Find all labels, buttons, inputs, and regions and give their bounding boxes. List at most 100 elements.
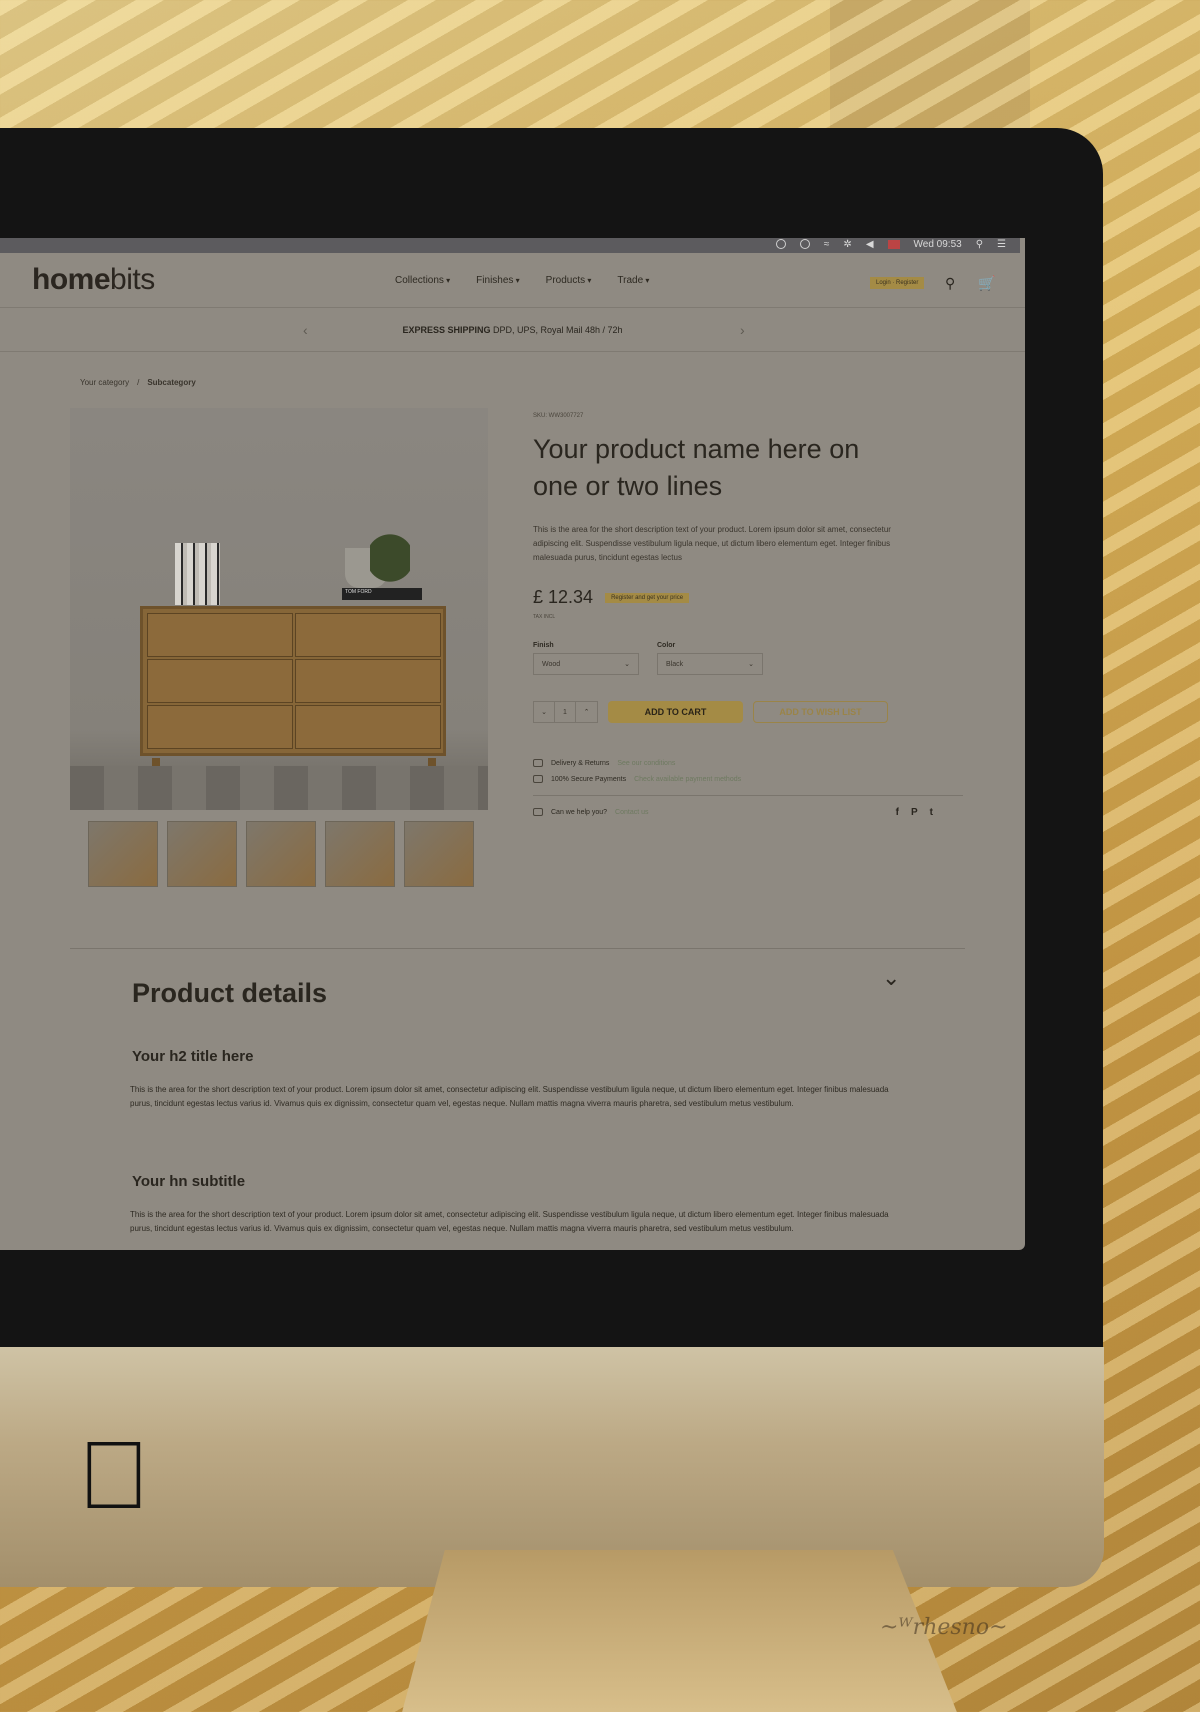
delivery-link[interactable]: See our conditions (617, 760, 675, 767)
thumbnail-strip (88, 821, 474, 887)
payments-row: 100% Secure Payments Check available pay… (533, 775, 893, 783)
notification-center-icon[interactable]: ☰ (997, 239, 1006, 250)
thumbnail[interactable] (325, 821, 395, 887)
books (175, 543, 220, 605)
short-description: This is the area for the short descripti… (533, 525, 891, 562)
price-row: £ 12.34 Register and get your price (533, 587, 893, 608)
service-info: Delivery & Returns See our conditions 10… (533, 759, 963, 818)
help-row: Can we help you? Contact us f P t (533, 807, 933, 818)
price: £ 12.34 (533, 587, 594, 607)
drawer (147, 613, 293, 657)
qty-input[interactable]: 1 (555, 702, 576, 722)
delivery-label: Delivery & Returns (551, 759, 610, 767)
flag-icon[interactable] (887, 239, 900, 249)
details-divider (70, 948, 965, 949)
promo-bar: ‹ EXPRESS SHIPPING DPD, UPS, Royal Mail … (0, 308, 1025, 352)
payments-label: 100% Secure Payments (551, 775, 627, 783)
details-paragraph: This is the area for the short descripti… (130, 1085, 889, 1108)
sku: SKU: WW3007727 (533, 413, 584, 419)
color-select[interactable]: Black ⌄ (657, 653, 763, 675)
thumbnail[interactable] (167, 821, 237, 887)
cart-icon[interactable]: 🛒 (978, 275, 995, 292)
breadcrumb-subcategory: Subcategory (147, 378, 196, 387)
logo[interactable]: homebits (32, 263, 155, 297)
contact-link[interactable]: Contact us (615, 809, 648, 816)
qty-decrease-button[interactable]: ⌄ (534, 702, 555, 722)
time-machine-icon[interactable] (799, 239, 810, 249)
chevron-down-icon[interactable]: ⌄ (882, 965, 900, 991)
delivery-row: Delivery & Returns See our conditions (533, 759, 893, 767)
finish-value: Wood (542, 660, 561, 668)
imac-stand (400, 1550, 960, 1712)
hn-subtitle: Your hn subtitle (132, 1173, 246, 1190)
apple-logo-icon:  (78, 1428, 150, 1524)
login-register-button[interactable]: Login · Register (870, 277, 925, 289)
chevron-down-icon: ⌄ (748, 661, 754, 668)
divider (533, 795, 963, 796)
facebook-icon[interactable]: f (896, 807, 899, 818)
nav-collections[interactable]: Collections (395, 275, 450, 286)
thumbnail[interactable] (404, 821, 474, 887)
cart-row: ⌄ 1 ⌃ ADD TO CART ADD TO WISH LIST (533, 701, 893, 723)
signature: ~ᵂrhesno~ (880, 1615, 1008, 1640)
breadcrumb-category[interactable]: Your category (80, 378, 129, 387)
imac-screen: ≈ ✲ ◀ Wed 09:53 ⚲ ☰ homebits Collections… (0, 238, 1025, 1250)
truck-icon (533, 759, 543, 767)
drawer (295, 659, 441, 703)
drawer (295, 705, 441, 749)
volume-icon[interactable]: ◀ (866, 239, 874, 250)
main-nav: Collections Finishes Products Trade (395, 275, 649, 286)
thumbnail[interactable] (88, 821, 158, 887)
product-details-title[interactable]: Product details (132, 978, 327, 1009)
spotlight-icon[interactable]: ⚲ (976, 239, 983, 250)
creative-cloud-icon[interactable] (775, 239, 786, 249)
product-info: SKU: WW3007727 Your product name here on… (533, 413, 963, 824)
logo-bold: home (32, 263, 111, 296)
logo-light: bits (110, 263, 155, 296)
promo-next-arrow[interactable]: › (740, 308, 745, 352)
qty-increase-button[interactable]: ⌃ (576, 702, 597, 722)
drawer (147, 659, 293, 703)
add-to-wishlist-button[interactable]: ADD TO WISH LIST (753, 701, 888, 723)
finish-select[interactable]: Wood ⌄ (533, 653, 639, 675)
bluetooth-icon[interactable]: ✲ (843, 239, 851, 250)
h2-title: Your h2 title here (132, 1048, 254, 1065)
promo-text: DPD, UPS, Royal Mail 48h / 72h (490, 325, 623, 335)
nav-products[interactable]: Products (546, 275, 592, 286)
register-price-badge[interactable]: Register and get your price (605, 592, 690, 603)
twitter-icon[interactable]: t (930, 807, 933, 818)
promo-prev-arrow[interactable]: ‹ (303, 308, 308, 352)
nav-finishes[interactable]: Finishes (476, 275, 520, 286)
color-label: Color (657, 642, 676, 649)
clock[interactable]: Wed 09:53 (914, 239, 962, 250)
quantity-stepper: ⌄ 1 ⌃ (533, 701, 598, 723)
product-title: Your product name here on one or two lin… (533, 434, 860, 501)
details-paragraph: This is the area for the short descripti… (130, 1210, 889, 1233)
breadcrumb: Your category / Subcategory (80, 378, 196, 387)
search-icon[interactable]: ⚲ (945, 275, 955, 292)
finish-group: Finish Wood ⌄ (533, 642, 639, 675)
site-header: homebits Collections Finishes Products T… (0, 253, 1025, 308)
payments-link[interactable]: Check available payment methods (634, 776, 741, 783)
color-group: Color Black ⌄ (657, 642, 763, 675)
color-value: Black (666, 660, 684, 668)
help-label: Can we help you? (551, 808, 608, 816)
dresser (140, 606, 446, 756)
pinterest-icon[interactable]: P (911, 807, 918, 818)
nav-trade[interactable]: Trade (617, 275, 649, 286)
product-main-image[interactable]: TOM FORD (70, 408, 488, 810)
finish-label: Finish (533, 642, 554, 649)
thumbnail[interactable] (246, 821, 316, 887)
social-links: f P t (896, 807, 933, 818)
promo-bold: EXPRESS SHIPPING (402, 325, 491, 335)
wall-shadow (830, 0, 1030, 140)
rug (70, 766, 488, 810)
add-to-cart-button[interactable]: ADD TO CART (608, 701, 743, 723)
wifi-icon[interactable]: ≈ (824, 239, 830, 250)
chat-icon (533, 808, 543, 816)
mac-menubar: ≈ ✲ ◀ Wed 09:53 ⚲ ☰ (0, 238, 1020, 253)
drawer (147, 705, 293, 749)
drawer (295, 613, 441, 657)
book-label: TOM FORD (342, 588, 422, 600)
chevron-down-icon: ⌄ (624, 661, 630, 668)
